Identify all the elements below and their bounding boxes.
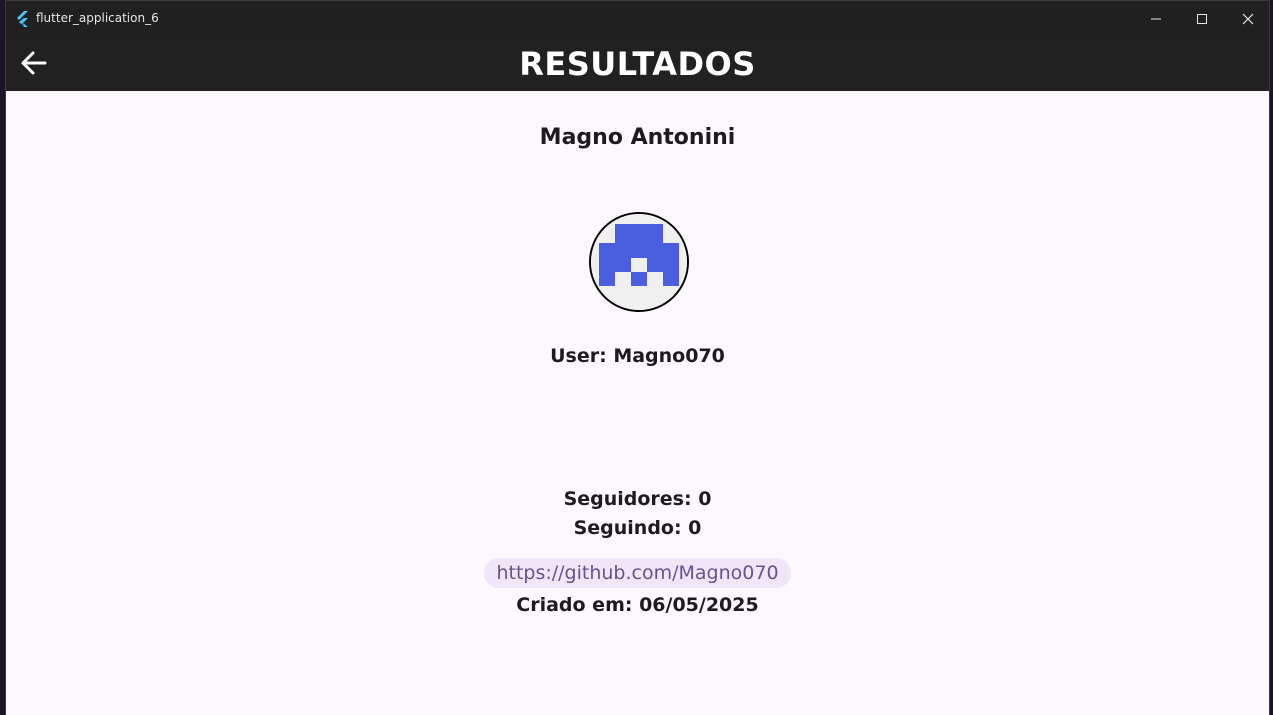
close-button[interactable] <box>1225 1 1271 37</box>
page-title: RESULTADOS <box>519 45 756 83</box>
profile-name: Magno Antonini <box>539 125 736 150</box>
username-label: User: Magno070 <box>550 345 725 367</box>
minimize-icon <box>1151 18 1161 20</box>
maximize-button[interactable] <box>1179 1 1225 37</box>
identicon-avatar <box>591 214 687 310</box>
github-profile-link[interactable]: https://github.com/Magno070 <box>484 558 791 588</box>
avatar <box>589 212 689 312</box>
flutter-logo-icon <box>16 11 30 27</box>
profile-link-wrapper: https://github.com/Magno070 <box>6 558 1269 588</box>
maximize-icon <box>1197 14 1207 24</box>
followers-count: Seguidores: 0 <box>563 488 712 510</box>
profile-content: Magno Antonini User: Magno070 Seguidores… <box>6 91 1269 715</box>
following-count: Seguindo: 0 <box>573 517 702 539</box>
window-titlebar[interactable]: flutter_application_6 <box>6 1 1269 37</box>
created-date: Criado em: 06/05/2025 <box>516 594 759 616</box>
close-icon <box>1242 13 1254 25</box>
app-window: flutter_application_6 RESULTADOS Magno A… <box>5 0 1270 715</box>
window-title: flutter_application_6 <box>36 11 159 25</box>
minimize-button[interactable] <box>1133 1 1179 37</box>
app-bar: RESULTADOS <box>6 37 1269 91</box>
